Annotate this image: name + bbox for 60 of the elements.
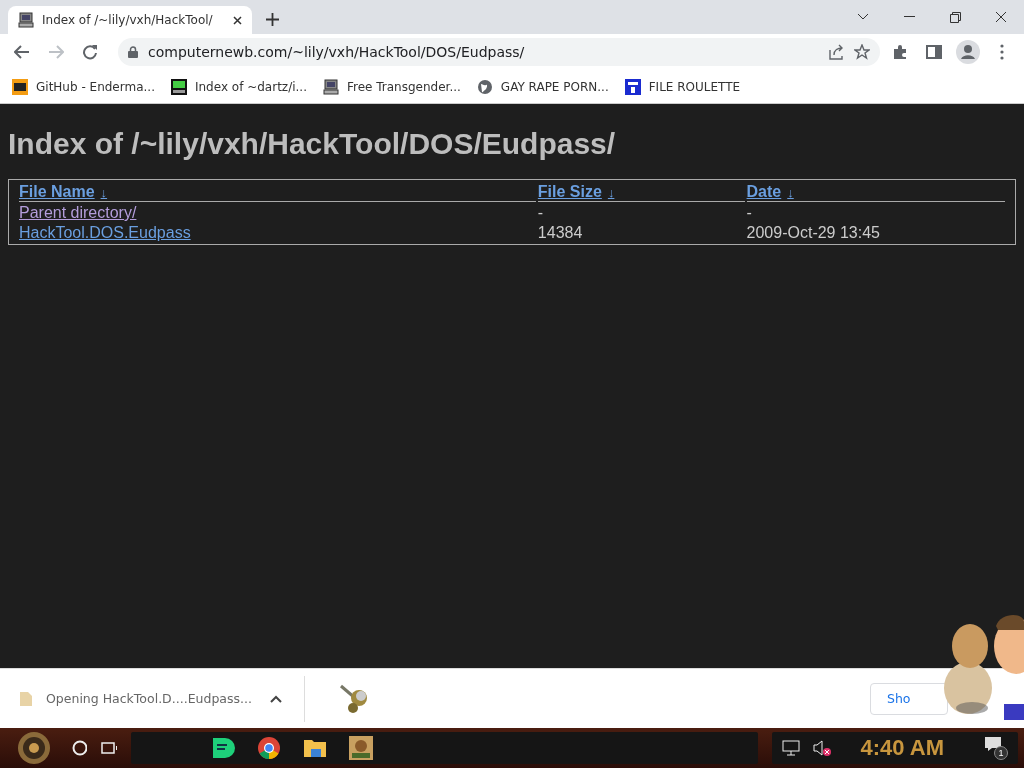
file-link[interactable]: HackTool.DOS.Eudpass <box>19 224 191 241</box>
column-sort-link[interactable]: File Name <box>19 183 95 200</box>
globe-icon <box>476 78 493 95</box>
bookmark[interactable]: GitHub - Enderma... <box>12 78 155 95</box>
bookmark[interactable]: Index of ~dartz/i... <box>170 78 307 95</box>
computer-icon <box>322 78 339 95</box>
column-sort-link[interactable]: File Size <box>537 183 602 200</box>
bookmark-icon <box>624 78 641 95</box>
network-icon[interactable] <box>782 740 801 756</box>
puzzle-icon <box>892 44 908 60</box>
menu-icon <box>1000 44 1004 60</box>
bookmark[interactable]: FILE ROULETTE <box>624 78 741 95</box>
notification-count: 1 <box>994 746 1008 760</box>
bookmark-icon <box>12 78 28 95</box>
new-tab-button[interactable] <box>266 13 279 26</box>
browser-icon[interactable] <box>257 736 282 760</box>
back-arrow-icon <box>14 45 30 59</box>
folder-icon[interactable] <box>303 737 328 759</box>
speaker-icon[interactable] <box>812 739 833 757</box>
close-icon <box>995 11 1007 23</box>
sort-arrow-link[interactable]: ↓ <box>607 185 615 200</box>
sort-arrow-link[interactable]: ↓ <box>100 185 108 200</box>
profile-button[interactable] <box>954 38 982 66</box>
restore-icon <box>949 11 961 23</box>
table-cell: 14384 <box>537 224 583 241</box>
close-tab-button[interactable] <box>233 15 242 25</box>
browser-tab[interactable]: Index of /~lily/vxh/HackTool/ <box>8 6 252 34</box>
show-all-button[interactable]: Sho <box>870 682 948 715</box>
table-cell: - <box>537 204 544 221</box>
app-icon[interactable] <box>349 736 374 760</box>
bookmark[interactable]: Free Transgender... <box>322 78 461 95</box>
clock[interactable]: 4:40 AM <box>860 735 944 761</box>
table-cell: - <box>746 204 752 221</box>
download-item[interactable]: Opening HackTool.D....Eudpass... <box>20 691 270 706</box>
notification-button[interactable]: 1 <box>984 736 1008 760</box>
sort-arrow-link[interactable]: ↓ <box>787 185 794 200</box>
share-icon[interactable] <box>828 44 844 60</box>
chevron-down-icon <box>857 13 869 21</box>
side-panel-icon <box>926 44 942 60</box>
column-sort-link[interactable]: Date <box>746 183 782 200</box>
chat-app-icon[interactable] <box>211 736 236 760</box>
task-view-icon[interactable] <box>100 740 118 756</box>
bookmark-icon <box>170 78 187 95</box>
table-cell: 2009-Oct-29 13:45 <box>746 224 880 241</box>
chevron-up-icon <box>270 695 282 703</box>
file-link[interactable]: Parent directory/ <box>19 204 137 221</box>
lock-icon <box>128 46 138 58</box>
minimize-icon <box>903 16 915 18</box>
forward-arrow-icon <box>48 45 64 59</box>
page-heading: Index of /~lily/vxh/HackTool/DOS/Eudpass/ <box>8 127 617 161</box>
close-icon <box>233 15 242 25</box>
reload-icon <box>82 44 98 60</box>
avatar-icon <box>956 40 980 64</box>
bookmark[interactable]: GAY RAPE PORN... <box>476 78 609 95</box>
notification-icon <box>984 736 1002 752</box>
address-bar[interactable]: computernewb.com/~lily/vxh/HackTool/DOS/Eudpass/ <box>118 38 880 66</box>
computer-icon <box>18 12 34 28</box>
file-icon <box>20 691 32 706</box>
star-icon[interactable] <box>854 44 870 60</box>
plus-icon <box>266 13 279 26</box>
